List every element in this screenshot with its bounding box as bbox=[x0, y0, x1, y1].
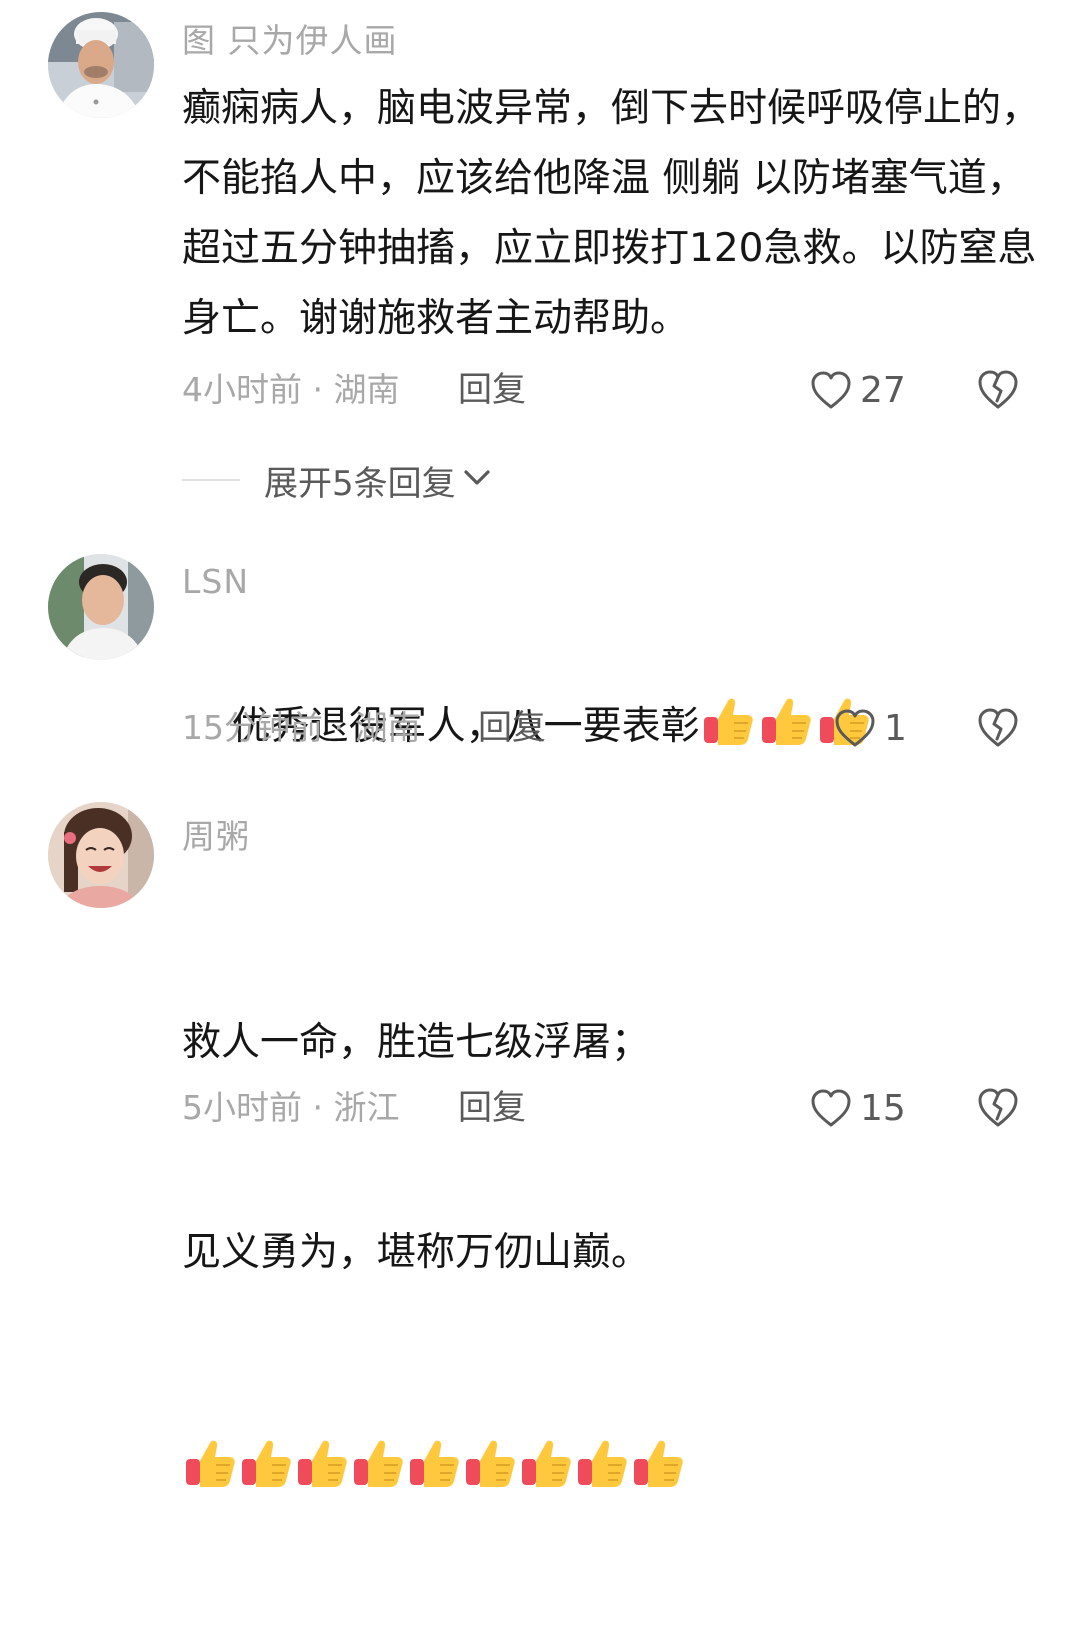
thumbs-up-emoji-icon bbox=[574, 1435, 630, 1491]
reply-button[interactable]: 回复 bbox=[458, 368, 526, 412]
heart-outline-icon bbox=[834, 708, 876, 748]
heart-outline-icon bbox=[810, 1088, 852, 1128]
avatar[interactable] bbox=[48, 802, 154, 908]
reply-button[interactable]: 回复 bbox=[458, 1086, 526, 1130]
broken-heart-icon bbox=[976, 1086, 1022, 1128]
username[interactable]: 周粥 bbox=[182, 810, 250, 858]
like-button[interactable]: 1 bbox=[834, 706, 907, 750]
avatar[interactable] bbox=[48, 12, 154, 118]
like-count: 1 bbox=[884, 707, 907, 749]
dislike-button[interactable] bbox=[976, 706, 1022, 750]
reply-button[interactable]: 回复 bbox=[478, 706, 546, 750]
chevron-down-icon bbox=[462, 468, 492, 492]
like-count: 27 bbox=[860, 369, 906, 411]
like-count: 15 bbox=[860, 1087, 906, 1129]
girl-avatar bbox=[48, 802, 154, 908]
comment-text: 癫痫病人，脑电波异常，倒下去时候呼吸停止的，不能掐人中，应该给他降温 侧躺 以防… bbox=[182, 86, 1041, 341]
chef-avatar bbox=[48, 12, 154, 118]
broken-heart-icon bbox=[976, 706, 1022, 748]
thumbs-up-emoji-icon bbox=[294, 1435, 350, 1491]
like-button[interactable]: 27 bbox=[810, 368, 906, 412]
thumbs-up-emoji-icon bbox=[406, 1435, 462, 1491]
expand-replies-label: 展开5条回复 bbox=[264, 463, 456, 504]
like-button[interactable]: 15 bbox=[810, 1086, 906, 1130]
thumbs-up-emoji-row bbox=[182, 1428, 1042, 1498]
broken-heart-icon bbox=[976, 368, 1022, 410]
dislike-button[interactable] bbox=[976, 368, 1022, 412]
thumbs-up-emoji-icon bbox=[238, 1435, 294, 1491]
comment-text: 救人一命，胜造七级浮屠； 见义勇为，堪称万仞山巅。 bbox=[182, 868, 1042, 1638]
thumbs-up-emoji-icon bbox=[518, 1435, 574, 1491]
comment-text-line: 救人一命，胜造七级浮屠； bbox=[182, 1020, 651, 1065]
time-location: 15分钟前 · 湖南 bbox=[182, 708, 421, 747]
comment-text-line: 见义勇为，堪称万仞山巅。 bbox=[182, 1230, 651, 1275]
heart-outline-icon bbox=[810, 370, 852, 410]
username[interactable]: 图 只为伊人画 bbox=[182, 14, 398, 62]
thumbs-up-emoji-icon bbox=[350, 1435, 406, 1491]
thumbs-up-emoji-icon bbox=[182, 1435, 238, 1491]
time-location: 5小时前 · 浙江 bbox=[182, 1088, 400, 1127]
username[interactable]: LSN bbox=[182, 562, 249, 601]
thumbs-up-emoji-icon bbox=[462, 1435, 518, 1491]
thumbs-up-emoji-icon bbox=[630, 1435, 686, 1491]
thumbs-up-emoji-icon bbox=[700, 693, 756, 749]
avatar[interactable] bbox=[48, 554, 154, 660]
time-location: 4小时前 · 湖南 bbox=[182, 370, 400, 409]
thumbs-up-emoji-icon bbox=[758, 693, 814, 749]
man-avatar bbox=[48, 554, 154, 660]
divider-line bbox=[182, 479, 240, 481]
dislike-button[interactable] bbox=[976, 1086, 1022, 1130]
expand-replies-button[interactable]: 展开5条回复 bbox=[182, 456, 492, 504]
